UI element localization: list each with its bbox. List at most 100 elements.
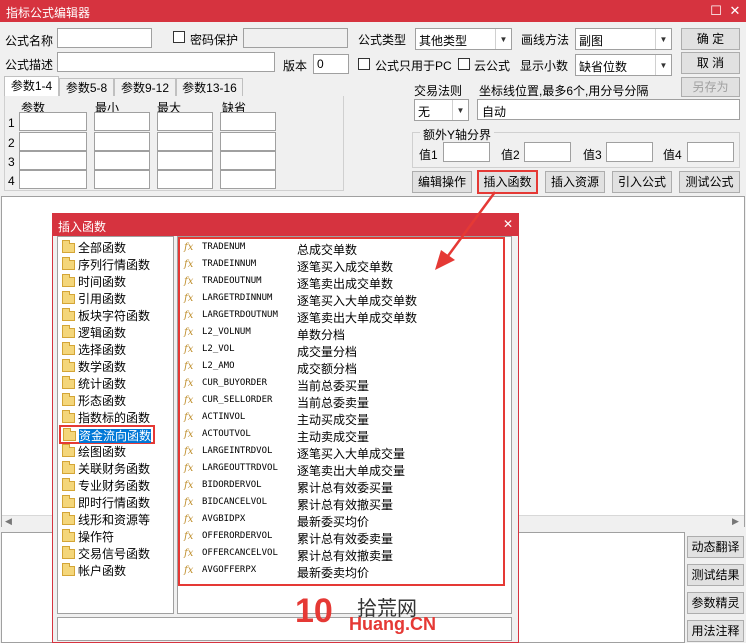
param-2-default-input[interactable]: [220, 132, 276, 151]
test-formula-button[interactable]: 测试公式: [679, 171, 740, 193]
category-item[interactable]: 数学函数: [62, 358, 126, 375]
category-item[interactable]: 交易信号函数: [62, 545, 150, 562]
function-fx-icon: fx: [184, 429, 194, 440]
formula-type-select[interactable]: 其他类型 ▼: [415, 28, 512, 50]
formula-name-input[interactable]: [57, 28, 152, 48]
password-checkbox[interactable]: [173, 31, 185, 43]
category-item[interactable]: 即时行情函数: [62, 494, 150, 511]
dynamic-translate-button[interactable]: 动态翻译: [687, 536, 744, 558]
category-item[interactable]: 板块字符函数: [62, 307, 150, 324]
function-row[interactable]: fx AVGBIDPX 最新委买均价: [184, 512, 504, 529]
function-row[interactable]: fx ACTOUTVOL 主动卖成交量: [184, 427, 504, 444]
param-2-name-input[interactable]: [19, 132, 87, 151]
param-1-max-input[interactable]: [157, 112, 213, 131]
function-row[interactable]: fx LARGETRDOUTNUM 逐笔卖出大单成交单数: [184, 308, 504, 325]
axis-position-input[interactable]: 自动: [477, 99, 740, 120]
function-row[interactable]: fx CUR_SELLORDER 当前总委卖量: [184, 393, 504, 410]
param-2-min-input[interactable]: [94, 132, 150, 151]
category-item[interactable]: 逻辑函数: [62, 324, 126, 341]
ok-button[interactable]: 确 定: [681, 28, 740, 50]
function-desc: 最新委买均价: [297, 515, 370, 529]
param-3-min-input[interactable]: [94, 151, 150, 170]
function-row[interactable]: fx LARGETRDINNUM 逐笔买入大单成交单数: [184, 291, 504, 308]
function-row[interactable]: fx ACTINVOL 主动买成交量: [184, 410, 504, 427]
folder-icon: [62, 478, 75, 491]
test-result-button[interactable]: 测试结果: [687, 564, 744, 586]
function-row[interactable]: fx BIDCANCELVOL 累计总有效撤买量: [184, 495, 504, 512]
y-value-3-input[interactable]: [606, 142, 653, 162]
function-list[interactable]: fx TRADENUM 总成交单数 fx TRADEINNUM 逐笔买入成交单数 fx TRA…: [177, 236, 512, 614]
cancel-button[interactable]: 取 消: [681, 52, 740, 74]
y-value-4-input[interactable]: [687, 142, 734, 162]
password-input[interactable]: [243, 28, 348, 48]
param-4-min-input[interactable]: [94, 170, 150, 189]
param-2-max-input[interactable]: [157, 132, 213, 151]
category-item-selected[interactable]: 资金流向函数: [59, 425, 156, 444]
folder-icon: [62, 325, 75, 338]
tab-params-9-12[interactable]: 参数9-12: [114, 78, 176, 96]
function-row[interactable]: fx BIDORDERVOL 累计总有效委买量: [184, 478, 504, 495]
category-item[interactable]: 专业财务函数: [62, 477, 150, 494]
close-icon[interactable]: ✕: [727, 3, 743, 19]
maximize-icon[interactable]: ☐: [708, 3, 724, 19]
chevron-down-icon: ▼: [655, 29, 671, 49]
save-as-button[interactable]: 另存为: [681, 77, 740, 97]
decimals-label: 显示小数: [520, 59, 569, 73]
function-row[interactable]: fx L2_VOLNUM 单数分档: [184, 325, 504, 342]
function-desc: 逐笔卖出大单成交单数: [297, 311, 418, 325]
param-3-default-input[interactable]: [220, 151, 276, 170]
version-input[interactable]: 0: [313, 54, 349, 74]
category-item[interactable]: 形态函数: [62, 392, 126, 409]
usage-notes-button[interactable]: 用法注释: [687, 620, 744, 642]
decimals-select[interactable]: 缺省位数 ▼: [575, 54, 672, 76]
formula-desc-input[interactable]: [57, 52, 275, 72]
tab-params-1-4[interactable]: 参数1-4: [4, 76, 59, 96]
param-wizard-button[interactable]: 参数精灵: [687, 592, 744, 614]
pc-only-checkbox[interactable]: [358, 58, 370, 70]
cloud-checkbox[interactable]: [458, 58, 470, 70]
import-formula-button[interactable]: 引入公式: [612, 171, 672, 193]
param-4-name-input[interactable]: [19, 170, 87, 189]
tab-params-5-8[interactable]: 参数5-8: [59, 78, 114, 96]
scroll-left-icon[interactable]: ◀: [5, 516, 12, 527]
param-3-name-input[interactable]: [19, 151, 87, 170]
category-item[interactable]: 统计函数: [62, 375, 126, 392]
function-row[interactable]: fx AVGOFFERPX 最新委卖均价: [184, 563, 504, 580]
function-row[interactable]: fx L2_VOL 成交量分档: [184, 342, 504, 359]
category-item[interactable]: 选择函数: [62, 341, 126, 358]
param-1-name-input[interactable]: [19, 112, 87, 131]
category-item[interactable]: 引用函数: [62, 290, 126, 307]
draw-method-select[interactable]: 副图 ▼: [575, 28, 672, 50]
category-item[interactable]: 绘图函数: [62, 443, 126, 460]
category-label: 逻辑函数: [78, 326, 127, 340]
param-4-max-input[interactable]: [157, 170, 213, 189]
function-row[interactable]: fx OFFERORDERVOL 累计总有效委卖量: [184, 529, 504, 546]
category-tree[interactable]: 全部函数 序列行情函数时间函数 引用函数 板块字符函数逻辑函数 选择函数 数学函数 统计函数…: [57, 236, 174, 614]
category-item[interactable]: 帐户函数: [62, 562, 126, 579]
y-value-1-input[interactable]: [443, 142, 490, 162]
function-row[interactable]: fx LARGEOUTTRDVOL 逐笔卖出大单成交量: [184, 461, 504, 478]
category-item[interactable]: 序列行情函数: [62, 256, 150, 273]
function-row[interactable]: fx L2_AMO 成交额分档: [184, 359, 504, 376]
param-4-default-input[interactable]: [220, 170, 276, 189]
category-item[interactable]: 线形和资源等: [62, 511, 150, 528]
tab-params-13-16[interactable]: 参数13-16: [176, 78, 243, 96]
trade-rule-select[interactable]: 无 ▼: [414, 99, 469, 121]
category-item[interactable]: 时间函数: [62, 273, 126, 290]
category-item[interactable]: 指数标的函数: [62, 409, 150, 426]
param-3-max-input[interactable]: [157, 151, 213, 170]
category-item[interactable]: 全部函数: [62, 239, 126, 256]
insert-resource-button[interactable]: 插入资源: [545, 171, 605, 193]
function-row[interactable]: fx LARGEINTRDVOL 逐笔买入大单成交量: [184, 444, 504, 461]
y-value-2-input[interactable]: [524, 142, 571, 162]
param-row-2-label: 2: [8, 136, 15, 150]
category-label: 时间函数: [78, 275, 127, 289]
param-1-default-input[interactable]: [220, 112, 276, 131]
category-item[interactable]: 操作符: [62, 528, 114, 545]
category-item[interactable]: 关联财务函数: [62, 460, 150, 477]
param-1-min-input[interactable]: [94, 112, 150, 131]
function-row[interactable]: fx CUR_BUYORDER 当前总委买量: [184, 376, 504, 393]
folder-icon: [62, 410, 75, 423]
function-row[interactable]: fx OFFERCANCELVOL 累计总有效撤卖量: [184, 546, 504, 563]
scroll-right-icon[interactable]: ▶: [732, 516, 739, 527]
